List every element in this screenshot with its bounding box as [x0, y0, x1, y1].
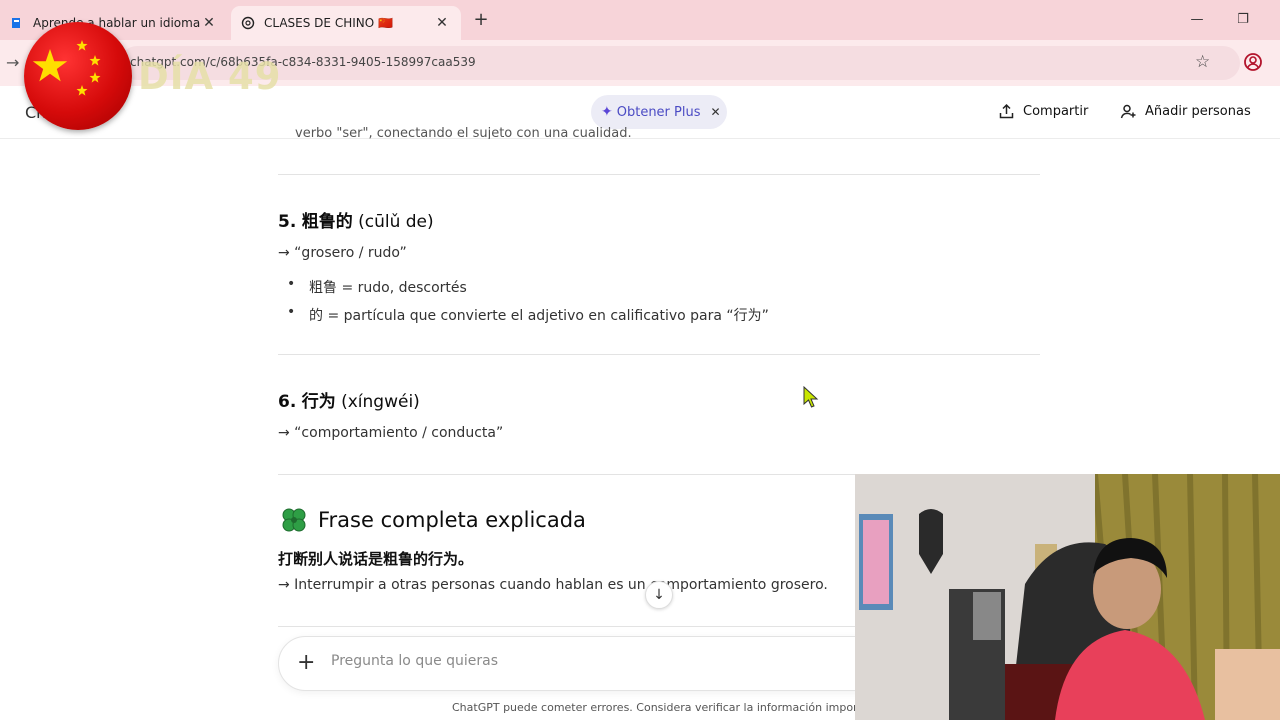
- webcam-overlay: [855, 474, 1280, 720]
- day-counter: DÍA 49: [138, 55, 282, 98]
- openai-icon: [241, 16, 255, 30]
- attach-plus-icon[interactable]: +: [297, 651, 315, 675]
- list-item: 的 = partícula que convierte el adjetivo …: [287, 304, 769, 325]
- prompt-input[interactable]: [331, 653, 851, 669]
- item-hanzi: 行为: [301, 392, 336, 412]
- duolingo-icon: [12, 18, 20, 28]
- minimize-button[interactable]: —: [1187, 10, 1207, 30]
- sparkle-icon: ✦: [601, 104, 613, 120]
- add-person-icon: [1120, 104, 1136, 119]
- item-meaning: → “grosero / rudo”: [278, 245, 407, 261]
- list-item-text: 粗鲁 = rudo, descortés: [309, 280, 467, 296]
- previous-text-fragment: verbo "ser", conectando el sujeto con un…: [295, 126, 632, 139]
- close-tab-icon[interactable]: ✕: [433, 14, 451, 32]
- new-tab-button[interactable]: +: [470, 9, 492, 31]
- section-divider: [278, 174, 1040, 175]
- disclaimer-text: ChatGPT puede cometer errores. Considera…: [452, 701, 891, 714]
- bookmark-star-icon[interactable]: ☆: [1195, 52, 1210, 72]
- list-item: 粗鲁 = rudo, descortés: [287, 276, 467, 297]
- tab-title: CLASES DE CHINO 🇨🇳: [264, 16, 393, 30]
- tab-chatgpt[interactable]: CLASES DE CHINO 🇨🇳 ✕: [231, 6, 461, 40]
- item-pinyin: (xíngwéi): [341, 392, 420, 412]
- item-number: 6.: [278, 392, 297, 412]
- section-divider: [278, 354, 1040, 355]
- get-plus-button[interactable]: ✦ Obtener Plus ✕: [591, 95, 727, 129]
- scroll-down-button[interactable]: ↓: [645, 581, 673, 609]
- back-arrow-icon[interactable]: →: [6, 53, 19, 72]
- vocab-heading-6: 6. 行为 (xíngwéi): [278, 387, 420, 412]
- get-plus-label: Obtener Plus: [616, 104, 701, 120]
- close-tab-icon[interactable]: ✕: [200, 14, 218, 32]
- puzzle-piece-icon: [282, 508, 306, 532]
- item-number: 5.: [278, 212, 297, 232]
- profile-icon[interactable]: [1243, 52, 1263, 72]
- add-people-button[interactable]: Añadir personas: [1120, 103, 1251, 120]
- section-title: Frase completa explicada: [318, 508, 586, 532]
- full-sentence-heading: Frase completa explicada: [280, 506, 586, 534]
- arrow-down-icon: ↓: [653, 587, 665, 603]
- sentence-translation: → Interrumpir a otras personas cuando ha…: [278, 577, 828, 593]
- restore-button[interactable]: ❐: [1233, 10, 1253, 30]
- dismiss-plus-icon[interactable]: ✕: [711, 105, 721, 119]
- share-icon: [999, 103, 1014, 119]
- list-item-text: 的 = partícula que convierte el adjetivo …: [309, 308, 769, 324]
- vocab-heading-5: 5. 粗鲁的 (cūlǔ de): [278, 207, 434, 232]
- china-flag-badge: [24, 22, 132, 130]
- item-pinyin: (cūlǔ de): [358, 212, 434, 232]
- add-people-label: Añadir personas: [1145, 104, 1251, 119]
- browser-tab-bar: Aprende a hablar un idioma de ✕ CLASES D…: [0, 0, 1280, 40]
- chinese-sentence: 打断别人说话是粗鲁的行为。: [278, 550, 474, 568]
- china-flag-icon: [32, 40, 101, 96]
- item-hanzi: 粗鲁的: [301, 212, 353, 232]
- share-button[interactable]: Compartir: [998, 103, 1088, 120]
- prompt-composer: +: [278, 636, 918, 691]
- share-label: Compartir: [1023, 104, 1089, 119]
- webcam-feed-image: [855, 474, 1280, 720]
- item-meaning: → “comportamiento / conducta”: [278, 425, 504, 441]
- mouse-cursor-icon: [803, 386, 819, 408]
